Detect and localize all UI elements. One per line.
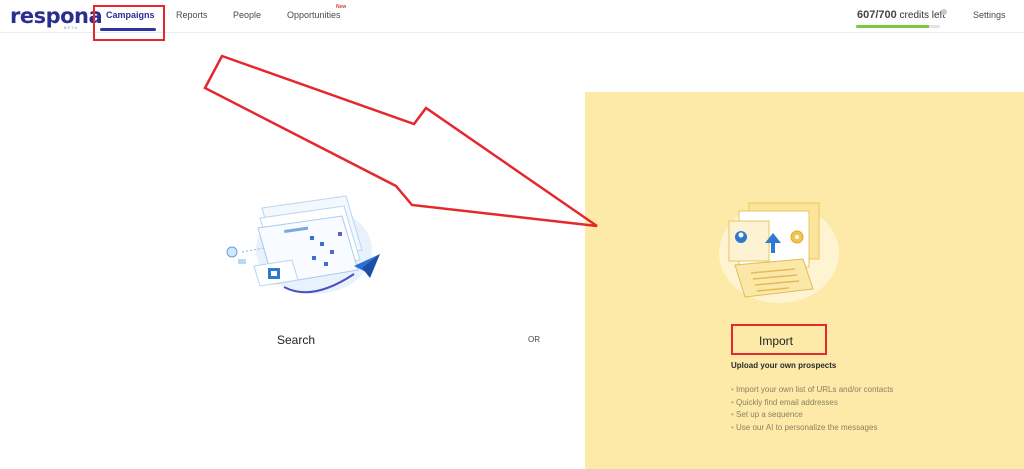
logo-wordmark: respona: [10, 4, 103, 28]
credits-progress-bar: [856, 25, 940, 28]
list-item: Import your own list of URLs and/or cont…: [731, 384, 893, 397]
import-subtitle: Upload your own prospects: [731, 361, 837, 370]
nav-reports[interactable]: Reports: [176, 10, 208, 20]
import-illustration[interactable]: [715, 193, 843, 305]
logo-beta-tag: BETA: [63, 25, 78, 30]
import-feature-list: Import your own list of URLs and/or cont…: [731, 384, 893, 434]
credits-value: 607/700: [857, 9, 897, 21]
nav-settings[interactable]: Settings: [973, 10, 1006, 20]
import-highlight-box: [731, 324, 827, 355]
list-item: Quickly find email addresses: [731, 397, 893, 410]
nav-opportunities[interactable]: Opportunities: [287, 10, 341, 20]
info-icon[interactable]: [941, 9, 947, 15]
list-item: Use our AI to personalize the messages: [731, 422, 893, 435]
credits-counter: 607/700 credits left: [857, 9, 945, 21]
annotation-arrow: [203, 54, 598, 228]
or-divider: OR: [528, 335, 540, 344]
search-option-label[interactable]: Search: [277, 333, 315, 347]
campaign-create-page: respona BETA Campaigns Reports People Op…: [0, 0, 1024, 469]
respona-logo[interactable]: respona BETA: [10, 4, 103, 30]
new-badge: New: [336, 4, 347, 10]
nav-people[interactable]: People: [233, 10, 261, 20]
campaigns-highlight-box: [93, 5, 165, 41]
credits-label: credits left: [899, 10, 946, 21]
credits-progress-fill: [856, 25, 929, 28]
list-item: Set up a sequence: [731, 409, 893, 422]
